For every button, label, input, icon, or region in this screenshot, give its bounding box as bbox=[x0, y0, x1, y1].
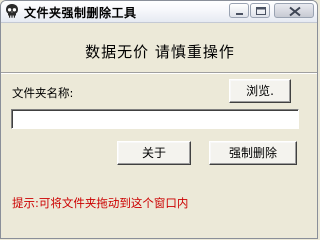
minimize-icon bbox=[236, 13, 243, 15]
skull-icon[interactable] bbox=[4, 3, 20, 19]
app-window: 文件夹强制删除工具 数据无价 请慎重操作 文件夹名称: 浏览. 关于 强制删除 … bbox=[0, 0, 318, 239]
title-bar[interactable]: 文件夹强制删除工具 bbox=[1, 1, 317, 23]
force-delete-button[interactable]: 强制删除 bbox=[209, 141, 297, 165]
folder-name-label: 文件夹名称: bbox=[12, 86, 74, 100]
maximize-button[interactable] bbox=[250, 3, 270, 18]
browse-button[interactable]: 浏览. bbox=[229, 79, 291, 103]
about-button[interactable]: 关于 bbox=[117, 141, 191, 165]
close-button[interactable] bbox=[274, 3, 314, 18]
folder-path-input[interactable] bbox=[11, 109, 299, 129]
maximize-icon bbox=[256, 7, 266, 15]
drag-hint-text: 提示:可将文件夹拖动到这个窗口内 bbox=[12, 196, 189, 210]
minimize-button[interactable] bbox=[229, 3, 249, 18]
close-icon bbox=[289, 6, 301, 17]
window-title: 文件夹强制删除工具 bbox=[24, 6, 137, 20]
divider bbox=[1, 72, 317, 74]
warning-headline: 数据无价 请慎重操作 bbox=[85, 43, 235, 61]
